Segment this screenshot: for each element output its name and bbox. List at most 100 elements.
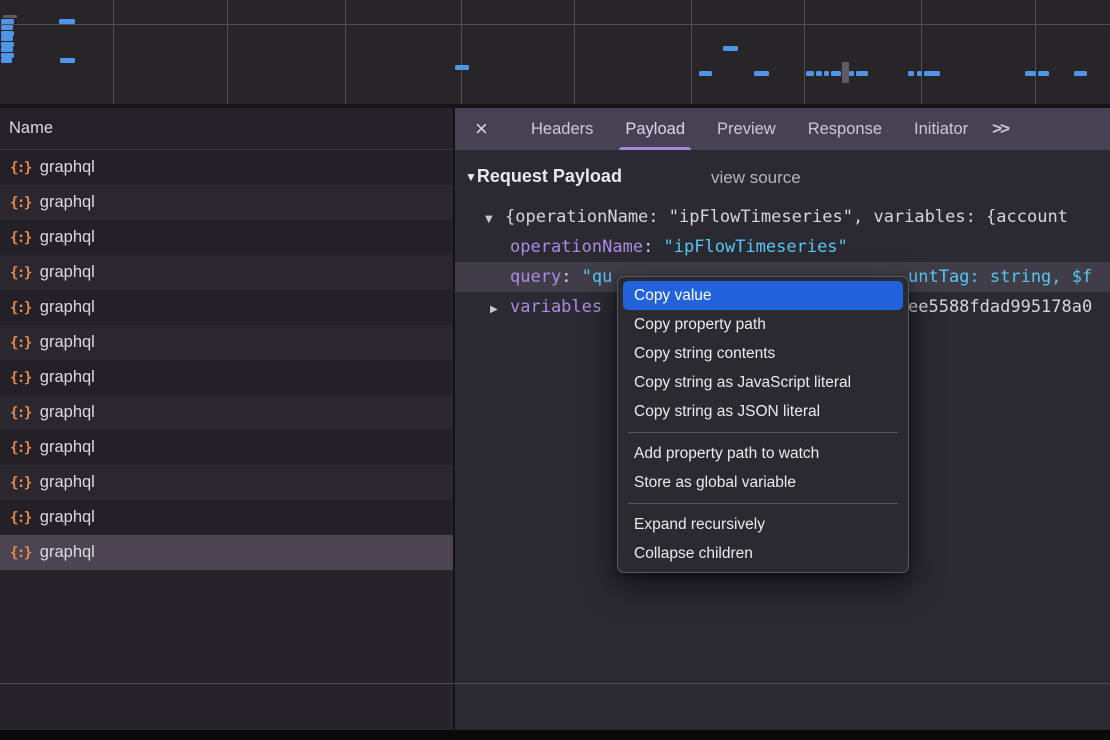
section-title: Request Payload xyxy=(477,166,622,186)
request-timing-bar xyxy=(917,71,922,76)
tab-preview[interactable]: Preview xyxy=(701,108,792,150)
more-tabs-icon[interactable]: >> xyxy=(992,119,1008,139)
timeline-gridline xyxy=(691,0,692,104)
requests-list-panel: Name {:}graphql{:}graphql{:}graphql{:}gr… xyxy=(0,108,453,683)
request-name: graphql xyxy=(40,508,95,527)
menu-item-copy-property-path[interactable]: Copy property path xyxy=(623,310,903,339)
property-value: "ipFlowTimeseries" xyxy=(664,237,848,257)
key-colon: : xyxy=(643,237,663,257)
request-timing-bar xyxy=(59,19,75,24)
property-key: variables xyxy=(510,297,602,317)
request-timing-bar xyxy=(1074,71,1087,76)
menu-item-add-property-path-to-watch[interactable]: Add property path to watch xyxy=(623,439,903,468)
request-name: graphql xyxy=(40,403,95,422)
request-name: graphql xyxy=(40,193,95,212)
request-timing-bar xyxy=(831,71,841,76)
timeline-gridline xyxy=(461,0,462,104)
network-request-row[interactable]: {:} graphql xyxy=(0,325,453,360)
network-request-row[interactable]: {:}graphql xyxy=(0,430,453,465)
tab-initiator[interactable]: Initiator xyxy=(898,108,984,150)
network-request-row[interactable]: {:} graphql xyxy=(0,465,453,500)
tab-response[interactable]: Response xyxy=(792,108,898,150)
menu-item-copy-string-as-json-literal[interactable]: Copy string as JSON literal xyxy=(623,397,903,426)
json-braces-icon: {:} xyxy=(10,300,31,316)
network-request-row[interactable]: {:} graphql xyxy=(0,395,453,430)
expand-right-icon[interactable]: ▶ xyxy=(490,295,510,325)
menu-item-collapse-children[interactable]: Collapse children xyxy=(623,539,903,568)
timeline-gridline xyxy=(227,0,228,104)
name-column-label: Name xyxy=(9,119,53,137)
timeline-gridline xyxy=(804,0,805,104)
object-preview: {operationName: "ipFlowTimeseries", vari… xyxy=(505,207,1068,227)
json-braces-icon: {:} xyxy=(10,475,31,491)
request-timing-bar xyxy=(723,46,738,51)
timeline-marker xyxy=(842,62,849,83)
timeline-gridline xyxy=(1035,0,1036,104)
property-value-left: "qu xyxy=(582,267,613,287)
network-request-row[interactable]: {:} graphql xyxy=(0,150,453,185)
network-request-row[interactable]: {:}graphql xyxy=(0,500,453,535)
request-timing-bar xyxy=(849,71,854,76)
request-timing-bar xyxy=(60,58,75,63)
request-name: graphql xyxy=(40,228,95,247)
json-braces-icon: {:} xyxy=(10,230,31,246)
request-payload-section-header[interactable]: ▼Request Payload xyxy=(465,166,622,187)
footer-right-area xyxy=(455,684,1110,730)
payload-root-row[interactable]: ▼{operationName: "ipFlowTimeseries", var… xyxy=(455,202,1110,232)
timeline-gridline xyxy=(574,0,575,104)
details-tabbar: × HeadersPayloadPreviewResponseInitiator… xyxy=(455,108,1110,150)
request-timing-bar xyxy=(1,47,13,52)
request-name: graphql xyxy=(40,438,95,457)
network-request-row[interactable]: {:}graphql xyxy=(0,290,453,325)
menu-item-copy-string-contents[interactable]: Copy string contents xyxy=(623,339,903,368)
network-request-row[interactable]: {:} graphql xyxy=(0,220,453,255)
request-name: graphql xyxy=(40,158,95,177)
json-braces-icon: {:} xyxy=(10,545,31,561)
network-request-row-selected[interactable]: {:} graphql xyxy=(0,535,453,570)
view-source-link[interactable]: view source xyxy=(711,168,801,188)
request-timing-bar xyxy=(1,58,12,63)
request-name: graphql xyxy=(40,333,95,352)
close-icon[interactable]: × xyxy=(475,108,501,150)
menu-item-store-as-global-variable[interactable]: Store as global variable xyxy=(623,468,903,497)
menu-item-copy-string-as-javascript-literal[interactable]: Copy string as JavaScript literal xyxy=(623,368,903,397)
request-name: graphql xyxy=(40,543,95,562)
tab-payload[interactable]: Payload xyxy=(609,108,701,150)
request-timing-bar xyxy=(924,71,940,76)
json-braces-icon: {:} xyxy=(10,265,31,281)
name-column-header[interactable]: Name xyxy=(0,108,453,150)
json-braces-icon: {:} xyxy=(10,370,31,386)
request-timing-bar xyxy=(699,71,712,76)
expand-down-icon[interactable]: ▼ xyxy=(485,205,505,235)
requests-list: {:} graphql {:} graphql {:} graphql {:} graphql… xyxy=(0,150,453,570)
request-timing-bar xyxy=(1025,71,1036,76)
json-braces-icon: {:} xyxy=(10,405,31,421)
key-colon: : xyxy=(561,267,581,287)
menu-item-copy-value[interactable]: Copy value xyxy=(623,281,903,310)
footer-left-area xyxy=(0,684,453,730)
request-timing-bar xyxy=(824,71,829,76)
property-value-right: untTag: string, $f xyxy=(908,262,1092,292)
tab-headers[interactable]: Headers xyxy=(515,108,609,150)
json-braces-icon: {:} xyxy=(10,335,31,351)
network-overview-timeline[interactable] xyxy=(0,0,1110,104)
request-timing-bar xyxy=(1,36,13,41)
payload-operationname-row[interactable]: operationName: "ipFlowTimeseries" xyxy=(455,232,1110,262)
request-name: graphql xyxy=(40,473,95,492)
network-request-row[interactable]: {:} graphql xyxy=(0,185,453,220)
request-timing-bar xyxy=(816,71,822,76)
request-timing-bar xyxy=(1,19,14,24)
network-request-row[interactable]: {:} graphql xyxy=(0,360,453,395)
menu-separator xyxy=(628,503,898,504)
json-braces-icon: {:} xyxy=(10,160,31,176)
request-timing-bar xyxy=(806,71,814,76)
request-name: graphql xyxy=(40,263,95,282)
json-braces-icon: {:} xyxy=(10,195,31,211)
bottom-edge-bar xyxy=(0,730,1110,740)
menu-item-expand-recursively[interactable]: Expand recursively xyxy=(623,510,903,539)
property-key: operationName xyxy=(510,237,643,257)
network-request-row[interactable]: {:} graphql xyxy=(0,255,453,290)
timeline-gridline xyxy=(921,0,922,104)
timeline-gridline xyxy=(345,0,346,104)
request-name: graphql xyxy=(40,368,95,387)
